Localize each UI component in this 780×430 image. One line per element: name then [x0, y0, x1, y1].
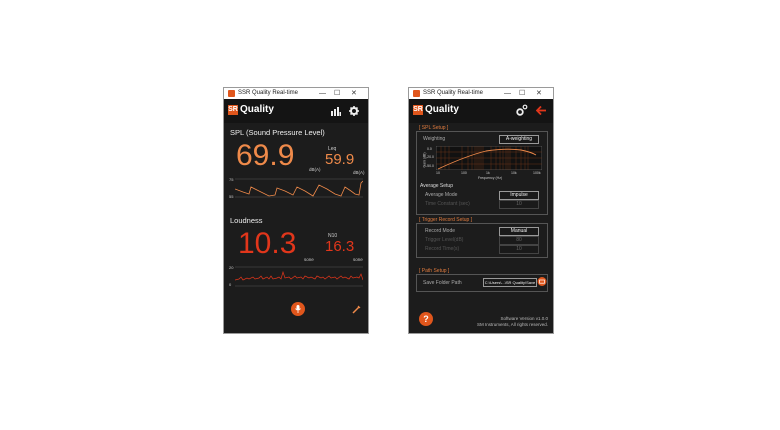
pen-icon[interactable] — [352, 305, 361, 314]
chart-icon[interactable] — [331, 107, 341, 116]
loudness-unit: sone — [304, 257, 314, 262]
close-button[interactable]: ✕ — [536, 88, 542, 99]
graph-ytick-2: -50.0 — [426, 164, 434, 168]
time-constant-label: Time Constant (sec) — [425, 201, 470, 207]
back-arrow-icon[interactable] — [536, 106, 546, 115]
help-icon: ? — [423, 314, 429, 324]
graph-xtick-2: 1k — [486, 171, 490, 175]
help-button[interactable]: ? — [419, 312, 433, 326]
leq-value: 59.9 — [325, 151, 355, 168]
weighting-label: Weighting — [423, 136, 446, 142]
gear-icon[interactable] — [349, 106, 359, 116]
mic-icon — [295, 305, 301, 313]
window-title: SSR Quality Real-time — [238, 90, 299, 96]
record-time-input[interactable]: 10 — [499, 245, 539, 254]
app-header: SR Quality — [224, 99, 368, 123]
minimize-button[interactable]: — — [504, 88, 511, 99]
leq-unit: dB(A) — [353, 170, 365, 175]
n10-value: 16.3 — [325, 238, 355, 255]
average-mode-label: Average Mode — [425, 192, 458, 198]
loud-axis-top: 20 — [229, 265, 234, 270]
loudness-graph: 20 0 — [229, 264, 363, 288]
logo: SR Quality — [413, 104, 459, 115]
close-button[interactable]: ✕ — [351, 88, 357, 99]
minimize-button[interactable]: — — [319, 88, 326, 99]
graph-ytick-0: 0.0 — [427, 147, 432, 151]
trigger-level-input[interactable]: 80 — [499, 236, 539, 245]
left-window: SSR Quality Real-time — ☐ ✕ SR Quality SP… — [223, 87, 369, 334]
record-time-label: Record Time(s) — [425, 246, 460, 252]
graph-ytick-1: -20.0 — [426, 155, 434, 159]
maximize-button[interactable]: ☐ — [334, 88, 340, 99]
record-mode-select[interactable]: Manual — [499, 227, 539, 236]
record-mode-label: Record Mode — [425, 228, 456, 234]
loudness-value: 10.3 — [238, 227, 297, 260]
average-setup-label: Average Setup — [420, 183, 453, 189]
copyright: SM Instruments, All rights reserved. — [476, 322, 548, 327]
window-title: SSR Quality Real-time — [423, 90, 484, 96]
logo: SR Quality — [228, 104, 274, 115]
title-bar: SSR Quality Real-time — ☐ ✕ — [224, 88, 368, 99]
graph-xlabel: Frequency (Hz) — [478, 176, 503, 180]
loud-axis-bottom: 0 — [229, 282, 232, 287]
weighting-graph: Gain (dB) 0.0 -20.0 -50.0 10 100 1k 10k … — [422, 146, 543, 180]
right-window: SSR Quality Real-time — ☐ ✕ SR Quality [ … — [408, 87, 554, 334]
spl-value: 69.9 — [236, 139, 295, 172]
graph-xtick-1: 100 — [461, 171, 467, 175]
title-bar: SSR Quality Real-time — ☐ ✕ — [409, 88, 553, 99]
graph-xtick-4: 100k — [533, 171, 541, 175]
loudness-title: Loudness — [230, 216, 263, 225]
spl-graph: 75 55 — [229, 177, 363, 199]
save-folder-label: Save Folder Path — [423, 280, 462, 286]
app-icon — [228, 90, 235, 97]
app-icon — [413, 90, 420, 97]
trigger-level-label: Trigger Level(dB) — [425, 237, 464, 243]
spl-axis-top: 75 — [229, 177, 234, 182]
settings-gears-icon[interactable] — [515, 104, 528, 117]
time-constant-input[interactable]: 10 — [499, 200, 539, 209]
n10-unit: sone — [353, 257, 363, 262]
graph-xtick-0: 10 — [436, 171, 440, 175]
spl-axis-bottom: 55 — [229, 194, 234, 199]
folder-icon[interactable] — [537, 277, 547, 286]
graph-xtick-3: 10k — [511, 171, 517, 175]
weighting-select[interactable]: A-weighting — [499, 135, 539, 144]
maximize-button[interactable]: ☐ — [519, 88, 525, 99]
spl-unit: dB(A) — [309, 167, 321, 172]
spl-title: SPL (Sound Pressure Level) — [230, 128, 325, 137]
record-button[interactable] — [291, 302, 305, 316]
save-folder-input[interactable]: C:\Users\...\SR Quality\Save Data — [483, 278, 537, 287]
software-version: Software Version v1.0.0 — [500, 316, 548, 321]
average-mode-select[interactable]: Impulse — [499, 191, 539, 200]
app-header: SR Quality — [409, 99, 553, 123]
